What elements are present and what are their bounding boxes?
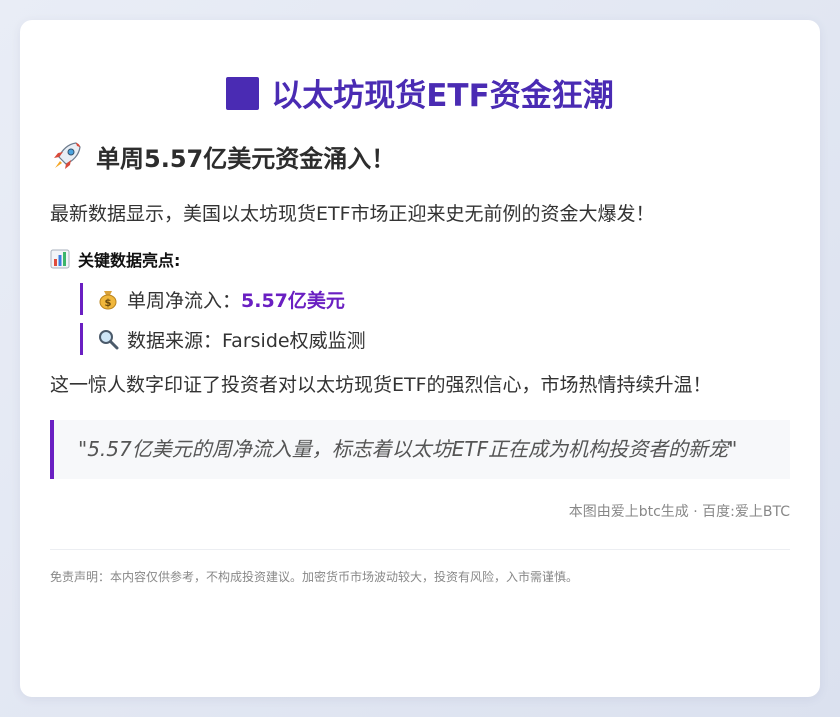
money-bag-icon: $ <box>99 291 117 310</box>
credit-line: 本图由爱上btc生成 · 百度:爱上BTC <box>568 504 790 520</box>
inflow-value: 5.57亿美元 <box>241 289 345 312</box>
purple-square-icon <box>226 77 260 110</box>
page-title: 以太坊现货ETF资金狂潮 <box>50 76 790 116</box>
divider <box>50 549 790 550</box>
disclaimer: 免责声明：本内容仅供参考，不构成投资建议。加密货币市场波动较大，投资有风险，入市… <box>50 570 579 584</box>
key-data-heading: 关键数据亮点: <box>50 245 790 273</box>
inflow-label: 单周净流入： <box>127 289 242 312</box>
highlights-list: $ 单周净流入： 5.57亿美元 数据来源：Farside权威监测 <box>80 283 790 355</box>
subtitle: 单周5.57亿美元资金涌入！ <box>50 138 790 174</box>
source-label: 数据来源：Farside权威监测 <box>127 329 366 352</box>
article-card: 以太坊现货ETF资金狂潮 单周5.57亿美元资金涌入！ 最新数据显示，美国以太坊… <box>20 20 820 697</box>
quote-block: "5.57亿美元的周净流入量，标志着以太坊ETF正在成为机构投资者的新宠" <box>50 420 790 479</box>
svg-text:$: $ <box>105 298 112 309</box>
highlight-item-source: 数据来源：Farside权威监测 <box>80 323 790 355</box>
rocket-icon <box>54 142 81 169</box>
bar-chart-icon <box>50 249 70 269</box>
conclusion-paragraph: 这一惊人数字印证了投资者对以太坊现货ETF的强烈信心，市场热情持续升温！ <box>50 374 712 396</box>
magnifier-icon <box>99 330 119 350</box>
subtitle-text: 单周5.57亿美元资金涌入！ <box>96 144 396 173</box>
highlight-item-inflow: $ 单周净流入： 5.57亿美元 <box>80 283 790 315</box>
intro-paragraph: 最新数据显示，美国以太坊现货ETF市场正迎来史无前例的资金大爆发！ <box>50 203 655 225</box>
page-title-text: 以太坊现货ETF资金狂潮 <box>271 78 614 114</box>
key-data-heading-text: 关键数据亮点: <box>78 251 181 270</box>
